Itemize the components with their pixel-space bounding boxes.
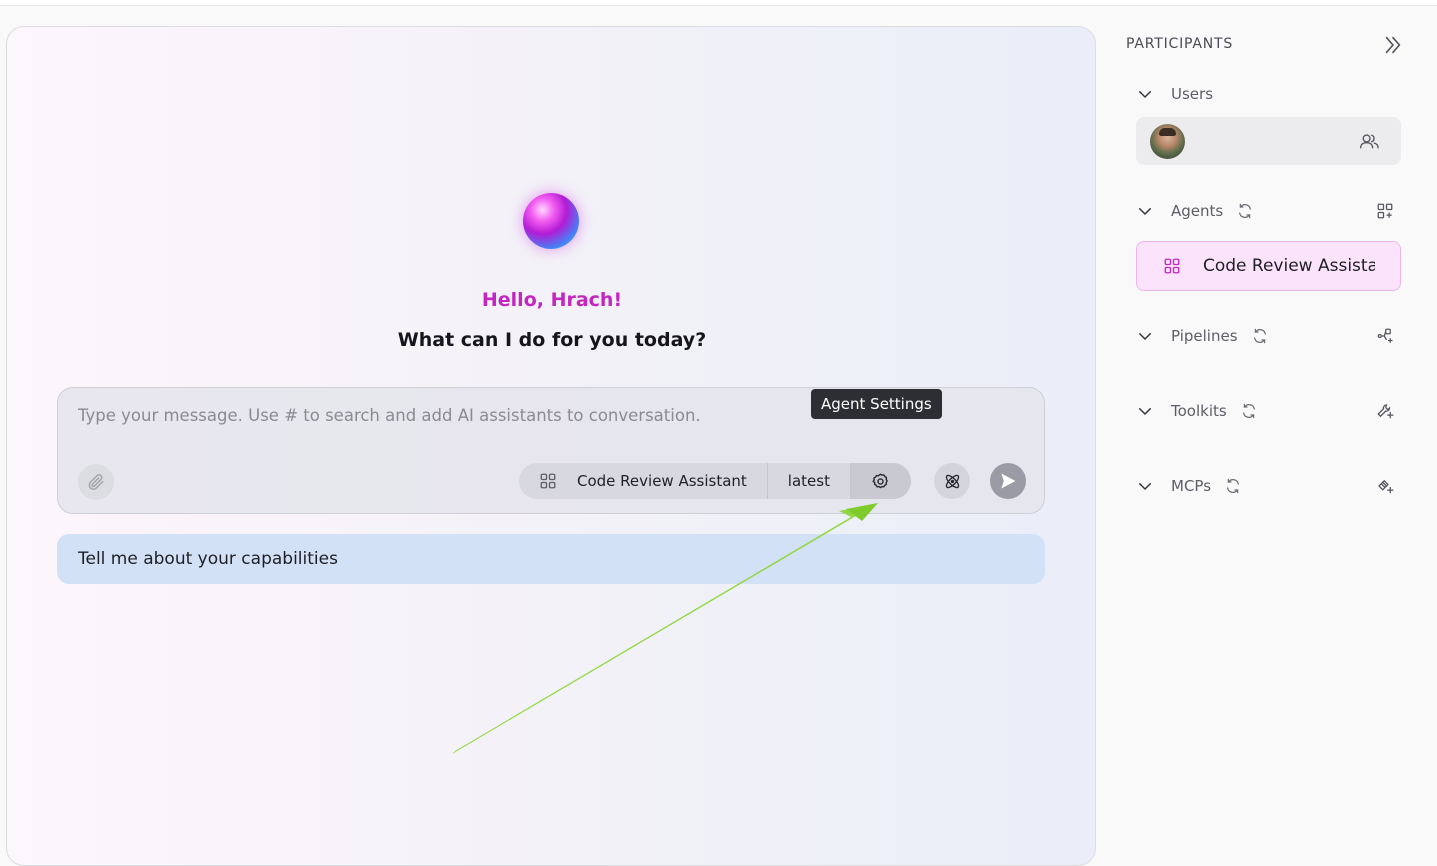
chevron-down-icon [1136, 327, 1156, 345]
agent-version-button[interactable]: latest [768, 463, 851, 499]
agent-version-label: latest [787, 472, 830, 490]
suggestion-chip[interactable]: Tell me about your capabilities [57, 534, 1045, 584]
participants-title: PARTICIPANTS [1126, 36, 1234, 52]
section-toolkits[interactable]: Toolkits [1136, 399, 1402, 423]
chevron-down-icon [1136, 477, 1156, 495]
atom-icon [945, 474, 959, 488]
greeting-heading: Hello, Hrach! [481, 289, 623, 311]
agent-name-label: Code Review Assistant [577, 472, 747, 490]
section-agents-label: Agents [1171, 202, 1224, 220]
chevron-down-icon [1136, 202, 1156, 220]
section-toolkits-label: Toolkits [1171, 402, 1227, 420]
send-button[interactable] [990, 463, 1026, 499]
section-users[interactable]: Users [1136, 82, 1402, 106]
attach-button[interactable] [78, 464, 114, 500]
send-icon [1001, 473, 1016, 489]
agent-select-button[interactable]: Code Review Assistant [519, 463, 768, 499]
assistant-orb-icon [523, 193, 579, 249]
users-icon[interactable] [1359, 132, 1381, 154]
section-mcps-label: MCPs [1171, 477, 1212, 495]
avatar [1150, 124, 1185, 159]
gear-icon [872, 473, 889, 488]
section-pipelines[interactable]: Pipelines [1136, 324, 1402, 348]
section-pipelines-label: Pipelines [1171, 327, 1238, 345]
message-input[interactable] [78, 406, 778, 425]
add-mcp-icon[interactable] [1376, 477, 1394, 495]
user-card [1136, 117, 1401, 165]
add-agent-icon[interactable] [1376, 202, 1394, 220]
greeting-subtitle: What can I do for you today? [397, 329, 707, 351]
section-users-label: Users [1171, 85, 1214, 103]
add-pipeline-icon[interactable] [1376, 327, 1394, 345]
refresh-icon[interactable] [1252, 328, 1268, 344]
chevron-down-icon [1136, 402, 1156, 420]
refresh-icon[interactable] [1225, 478, 1241, 494]
collapse-sidebar-button[interactable] [1382, 34, 1404, 60]
agent-grid-icon [1164, 258, 1180, 274]
agent-selector: Code Review Assistant latest [519, 463, 911, 499]
chevron-down-icon [1136, 85, 1156, 103]
add-toolkit-icon[interactable] [1376, 402, 1394, 420]
agent-participant-name: Code Review Assistant [1203, 256, 1375, 276]
agent-settings-button[interactable] [850, 463, 911, 499]
double-chevron-right-icon [1385, 36, 1401, 54]
paperclip-icon [88, 474, 104, 490]
atom-button[interactable] [934, 463, 970, 499]
section-agents[interactable]: Agents [1136, 199, 1402, 223]
agent-grid-icon [540, 473, 556, 489]
section-mcps[interactable]: MCPs [1136, 474, 1402, 498]
agent-participant-item[interactable]: Code Review Assistant [1136, 241, 1401, 291]
chat-panel: Hello, Hrach! What can I do for you toda… [6, 26, 1096, 866]
top-bar [0, 0, 1437, 6]
refresh-icon[interactable] [1241, 403, 1257, 419]
refresh-icon[interactable] [1237, 203, 1253, 219]
agent-settings-tooltip: Agent Settings [811, 389, 942, 419]
